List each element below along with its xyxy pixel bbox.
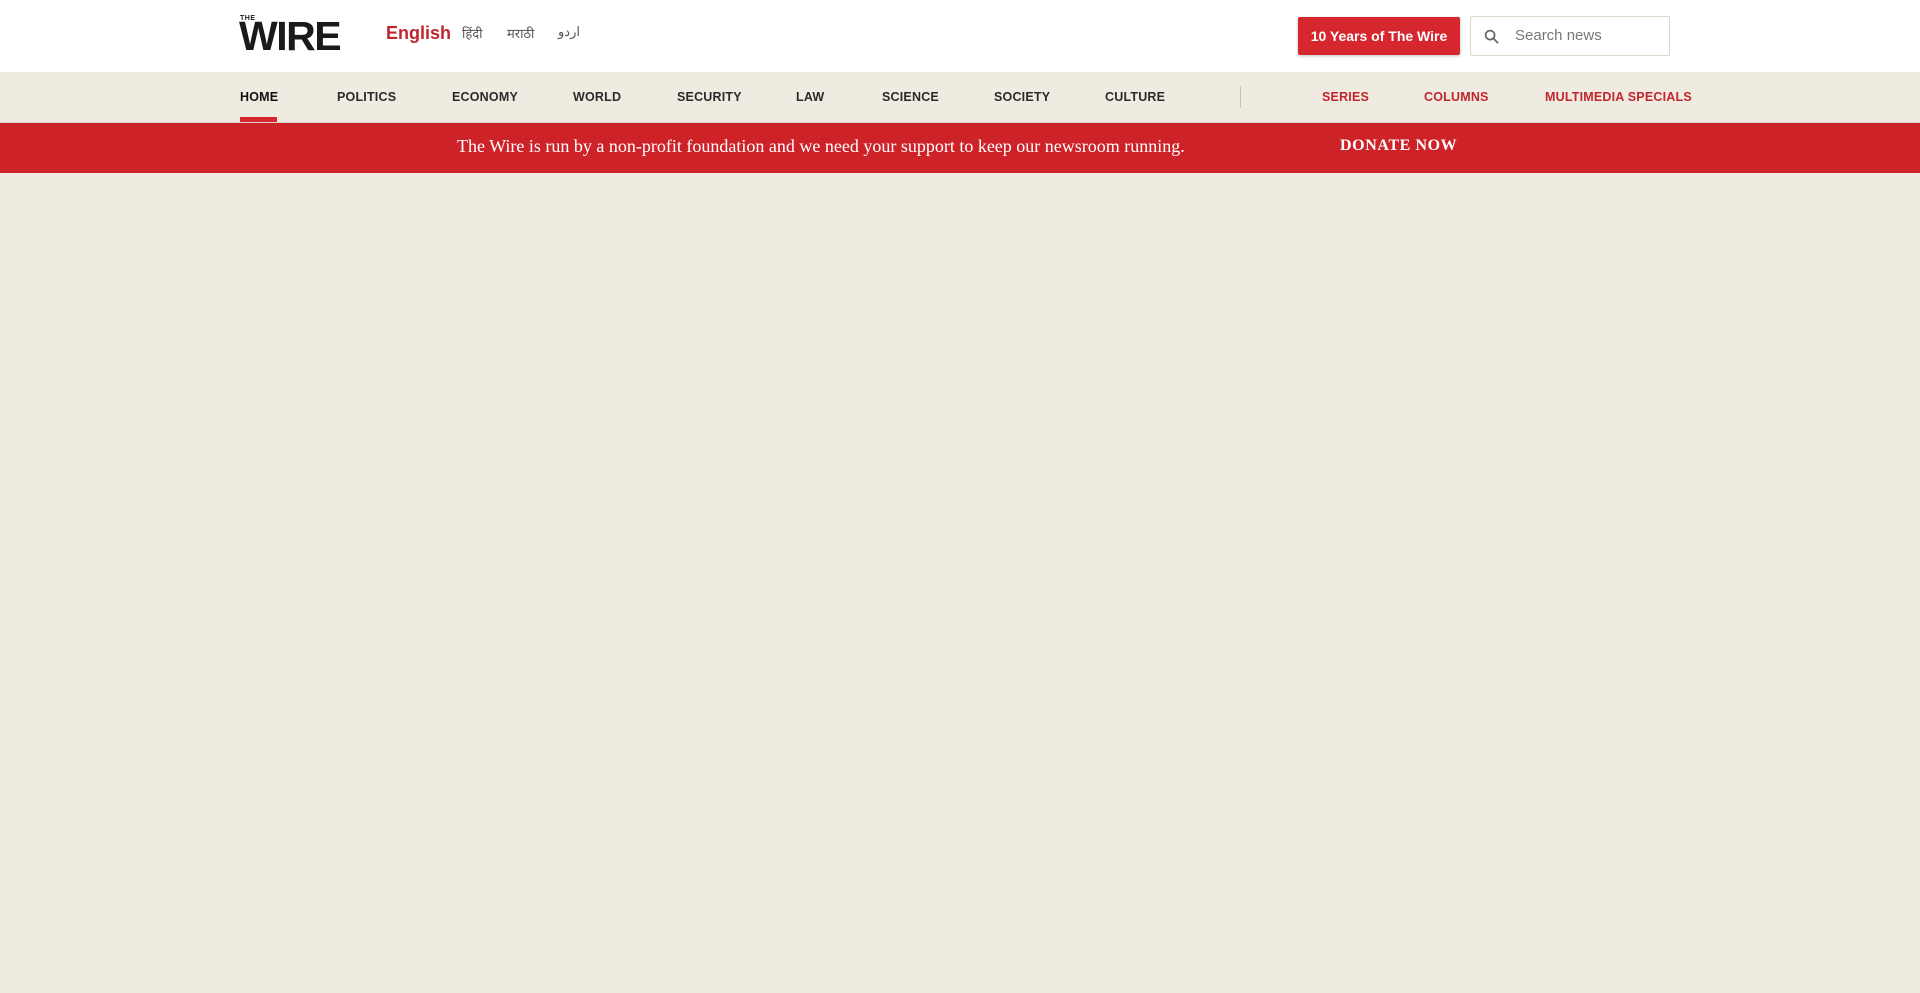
- ten-years-button[interactable]: 10 Years of The Wire: [1298, 17, 1460, 55]
- logo-wordmark: WIRE: [239, 13, 342, 59]
- nav-law[interactable]: LAW: [796, 90, 824, 104]
- active-tab-indicator: [240, 117, 277, 122]
- donate-banner: The Wire is run by a non-profit foundati…: [0, 123, 1920, 173]
- nav-economy[interactable]: ECONOMY: [452, 90, 518, 104]
- nav-divider: [1240, 86, 1241, 108]
- nav-culture[interactable]: CULTURE: [1105, 90, 1165, 104]
- page-content-area: [0, 173, 1920, 993]
- nav-politics[interactable]: POLITICS: [337, 90, 396, 104]
- nav-columns[interactable]: COLUMNS: [1424, 90, 1489, 104]
- search-box[interactable]: [1470, 16, 1670, 56]
- top-header: THE WIRE English हिंदी मराठी اردو 10 Yea…: [0, 0, 1920, 72]
- nav-society[interactable]: SOCIETY: [994, 90, 1050, 104]
- nav-world[interactable]: WORLD: [573, 90, 621, 104]
- language-english[interactable]: English: [386, 23, 451, 44]
- donate-message: The Wire is run by a non-profit foundati…: [457, 136, 1185, 156]
- search-icon: [1484, 29, 1499, 44]
- language-urdu[interactable]: اردو: [558, 24, 580, 40]
- donate-now-button[interactable]: DONATE NOW: [1340, 137, 1457, 155]
- nav-science[interactable]: SCIENCE: [882, 90, 939, 104]
- the-wire-logo[interactable]: THE WIRE: [239, 13, 358, 59]
- nav-security[interactable]: SECURITY: [677, 90, 742, 104]
- main-navigation: HOME POLITICS ECONOMY WORLD SECURITY LAW…: [0, 72, 1920, 122]
- language-marathi[interactable]: मराठी: [507, 24, 534, 42]
- nav-home[interactable]: HOME: [240, 90, 278, 104]
- language-hindi[interactable]: हिंदी: [462, 24, 483, 42]
- nav-series[interactable]: SERIES: [1322, 90, 1369, 104]
- nav-multimedia-specials[interactable]: MULTIMEDIA SPECIALS: [1545, 90, 1692, 104]
- search-input[interactable]: [1515, 17, 1661, 53]
